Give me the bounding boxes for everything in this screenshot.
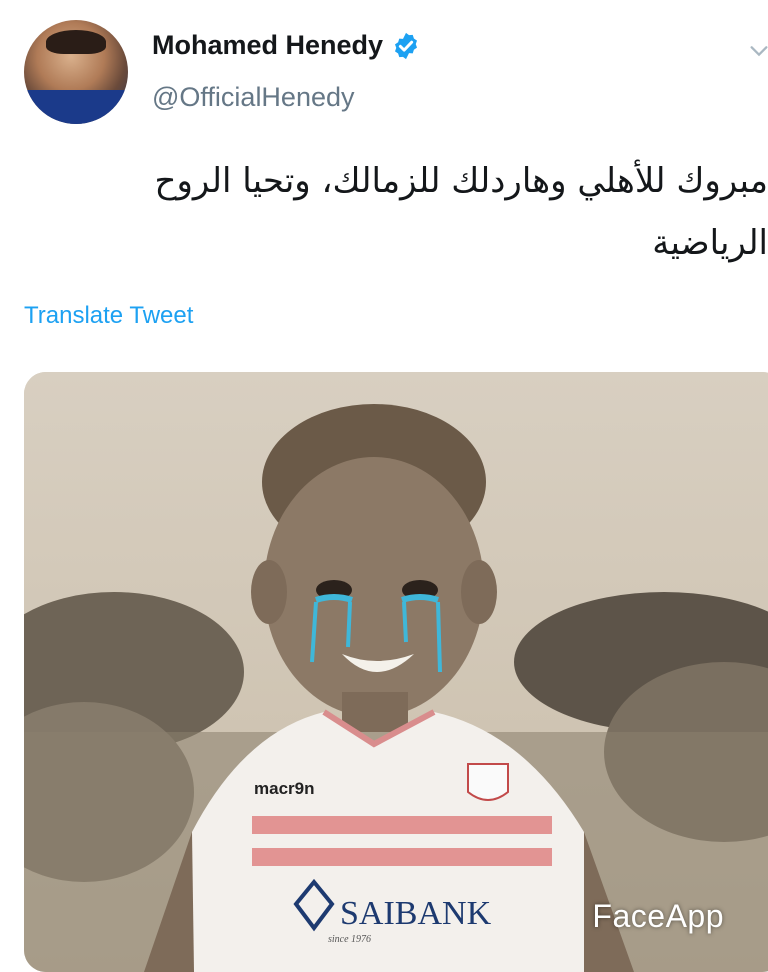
verified-badge-icon — [391, 31, 421, 61]
avatar[interactable] — [24, 20, 128, 124]
sponsor-text: SAIBANK — [340, 895, 492, 932]
author-display-name[interactable]: Mohamed Henedy — [152, 30, 383, 61]
shirt-brand-text: macr9n — [254, 779, 314, 798]
tweet-text: مبروك للأهلي وهاردلك للزمالك، وتحيا الرو… — [20, 150, 768, 274]
sponsor-subtext: since 1976 — [328, 934, 371, 945]
faceapp-watermark: FaceApp — [592, 898, 724, 935]
tweet-photo[interactable]: macr9n SAIBANK since 1976 — [24, 372, 768, 972]
chevron-down-icon[interactable] — [748, 40, 768, 62]
translate-tweet-link[interactable]: Translate Tweet — [24, 302, 193, 330]
author-name-row: Mohamed Henedy — [152, 30, 421, 61]
photo-illustration: macr9n SAIBANK since 1976 — [24, 372, 768, 972]
author-handle[interactable]: @OfficialHenedy — [152, 82, 355, 113]
